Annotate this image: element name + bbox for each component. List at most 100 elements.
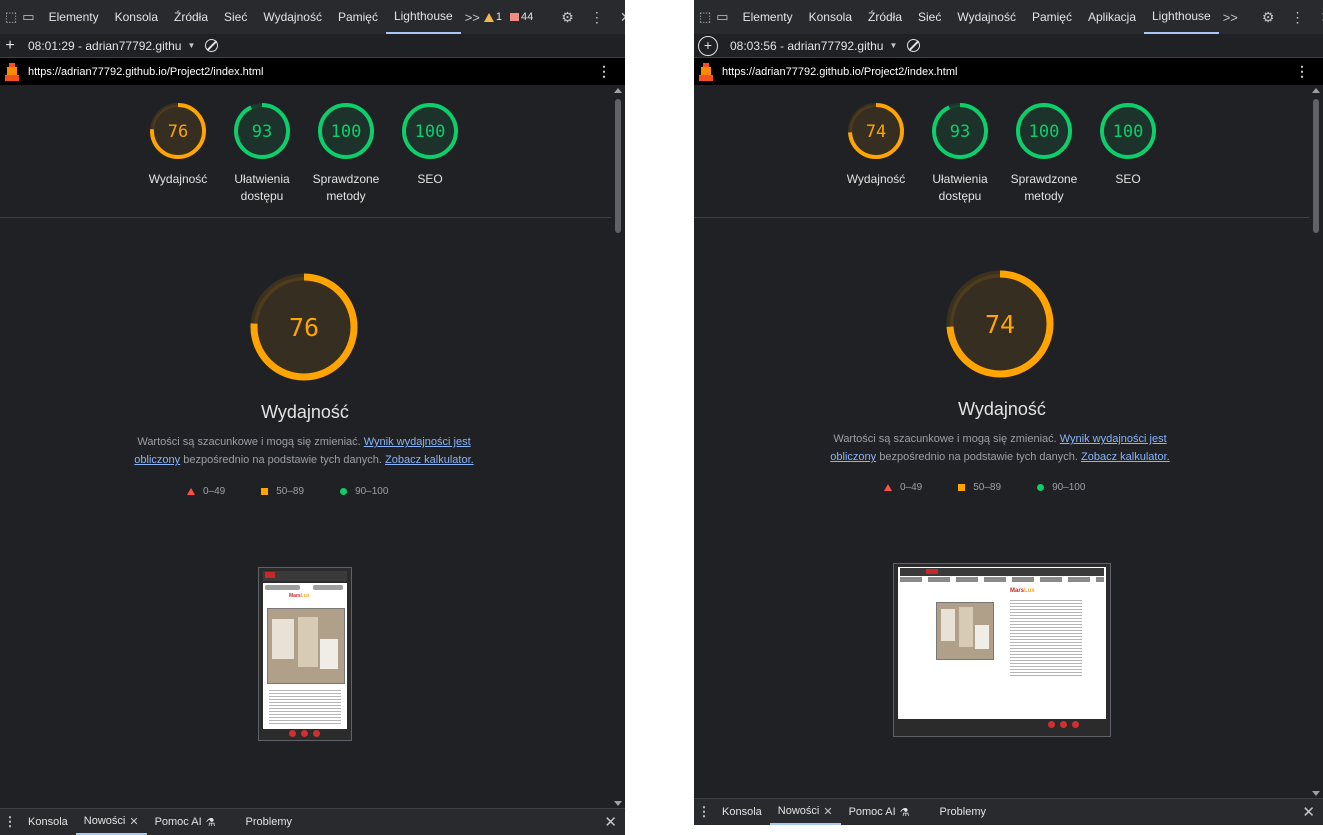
- devtools-panel-left: ⬚ ▭ Elementy Konsola Źródła Sieć Wydajno…: [0, 0, 625, 835]
- clear-icon[interactable]: [907, 39, 921, 52]
- tab-performance[interactable]: Wydajność: [255, 0, 330, 34]
- gauge-score: 74: [866, 122, 886, 142]
- kebab-menu-icon[interactable]: ⋮: [1282, 9, 1312, 26]
- chevron-down-icon[interactable]: ▼: [187, 41, 195, 50]
- plus-icon[interactable]: +: [698, 35, 718, 56]
- report-selector[interactable]: 08:01:29 - adrian77792.githu: [28, 39, 181, 53]
- drawer-menu-icon[interactable]: ⋮: [0, 814, 20, 830]
- inspect-element-icon[interactable]: ⬚: [5, 9, 17, 25]
- page-screenshot-thumbnail[interactable]: MarsLux: [258, 567, 352, 741]
- vertical-scrollbar[interactable]: [611, 85, 625, 809]
- gauge-best-practices[interactable]: 100 Sprawdzone metody: [304, 101, 388, 205]
- gear-icon[interactable]: ⚙: [1254, 9, 1283, 26]
- scroll-up-icon[interactable]: [1312, 88, 1320, 93]
- inspect-element-icon[interactable]: ⬚: [699, 9, 711, 25]
- tab-memory[interactable]: Pamięć: [330, 0, 386, 34]
- more-tabs-icon[interactable]: >>: [461, 10, 484, 25]
- drawer-tab-console[interactable]: Konsola: [20, 809, 76, 835]
- scroll-thumb[interactable]: [1313, 99, 1319, 233]
- tab-memory[interactable]: Pamięć: [1024, 0, 1080, 34]
- drawer-tab-issues[interactable]: Problemy: [238, 809, 300, 835]
- clear-icon[interactable]: [205, 39, 219, 52]
- performance-big-gauge: 76: [250, 273, 358, 381]
- devtools-tab-bar: ⬚ ▭ Elementy Konsola Źródła Sieć Wydajno…: [694, 0, 1323, 35]
- scroll-down-icon[interactable]: [614, 801, 622, 806]
- square-icon: [261, 488, 269, 495]
- big-score: 76: [289, 313, 319, 342]
- gauge-performance[interactable]: 76 Wydajność: [136, 101, 220, 205]
- tab-console[interactable]: Konsola: [107, 0, 166, 34]
- score-description: Wartości są szacunkowe i mogą się zmieni…: [134, 436, 474, 466]
- gauge-seo[interactable]: 100 SEO: [388, 101, 472, 205]
- tab-lighthouse[interactable]: Lighthouse: [1144, 0, 1219, 34]
- gauge-best-practices[interactable]: 100 Sprawdzone metody: [1002, 101, 1086, 205]
- chevron-down-icon[interactable]: ▼: [889, 41, 897, 50]
- tab-network[interactable]: Sieć: [910, 0, 949, 34]
- errors-badge[interactable]: 44: [510, 11, 533, 23]
- drawer-tab-whats-new[interactable]: Nowości ✕: [75, 809, 147, 835]
- legend-pass: 90–100: [340, 486, 388, 497]
- lighthouse-report-bar: + 08:01:29 - adrian77792.githu ▼: [0, 34, 625, 58]
- triangle-icon: [187, 488, 195, 495]
- drawer-tab-issues[interactable]: Problemy: [932, 799, 994, 825]
- close-drawer-icon[interactable]: ✕: [1302, 803, 1315, 821]
- gauge-seo[interactable]: 100 SEO: [1086, 101, 1170, 205]
- gear-icon[interactable]: ⚙: [553, 9, 582, 26]
- vertical-scrollbar[interactable]: [1309, 85, 1323, 799]
- plus-icon[interactable]: +: [0, 37, 20, 55]
- close-tab-icon[interactable]: ✕: [823, 805, 832, 818]
- calculator-link[interactable]: Zobacz kalkulator.: [385, 454, 474, 466]
- drawer-menu-icon[interactable]: ⋮: [694, 804, 714, 820]
- kebab-menu-icon[interactable]: ⋮: [582, 9, 612, 26]
- more-tabs-icon[interactable]: >>: [1219, 10, 1242, 25]
- gauge-score: 93: [950, 122, 970, 142]
- lighthouse-logo-icon: [5, 62, 19, 81]
- error-icon: [510, 13, 519, 21]
- gauge-accessibility[interactable]: 93 Ułatwienia dostępu: [918, 101, 1002, 205]
- report-url[interactable]: https://adrian77792.github.io/Project2/i…: [28, 66, 263, 78]
- kebab-menu-icon[interactable]: ⋮: [1295, 63, 1309, 80]
- gauge-label: Sprawdzone metody: [1010, 172, 1078, 203]
- tab-elements[interactable]: Elementy: [735, 0, 801, 34]
- tab-sources[interactable]: Źródła: [166, 0, 216, 34]
- drawer-tab-console[interactable]: Konsola: [714, 799, 770, 825]
- scroll-down-icon[interactable]: [1312, 791, 1320, 796]
- close-icon[interactable]: ✕: [1312, 9, 1323, 26]
- kebab-menu-icon[interactable]: ⋮: [597, 63, 611, 80]
- close-icon[interactable]: ✕: [612, 9, 625, 26]
- triangle-icon: [884, 484, 892, 491]
- scroll-up-icon[interactable]: [614, 88, 622, 93]
- tab-lighthouse[interactable]: Lighthouse: [385, 0, 461, 34]
- page-screenshot-thumbnail[interactable]: MarsLux: [893, 563, 1111, 737]
- drawer-tab-ai-help[interactable]: Pomoc AI ⚗: [147, 809, 224, 835]
- tab-network[interactable]: Sieć: [216, 0, 255, 34]
- tab-console[interactable]: Konsola: [801, 0, 860, 34]
- close-tab-icon[interactable]: ✕: [129, 815, 138, 828]
- drawer-tab-whats-new[interactable]: Nowości ✕: [769, 799, 841, 825]
- gauge-ring: 74: [848, 103, 904, 159]
- gauge-accessibility[interactable]: 93 Ułatwienia dostępu: [220, 101, 304, 205]
- tab-application[interactable]: Aplikacja: [1080, 0, 1144, 34]
- category-title: Wydajność: [261, 402, 349, 422]
- device-toolbar-icon[interactable]: ▭: [22, 9, 34, 25]
- report-url[interactable]: https://adrian77792.github.io/Project2/i…: [722, 66, 957, 78]
- divider: [694, 217, 1309, 218]
- close-drawer-icon[interactable]: ✕: [604, 813, 617, 831]
- gauge-performance[interactable]: 74 Wydajność: [834, 101, 918, 205]
- circle-icon: [1037, 484, 1045, 491]
- report-selector[interactable]: 08:03:56 - adrian77792.githu: [730, 39, 883, 53]
- gauge-label: Wydajność: [148, 172, 208, 186]
- gauge-label: Ułatwienia dostępu: [932, 172, 988, 203]
- square-icon: [958, 484, 966, 491]
- scroll-thumb[interactable]: [615, 99, 621, 233]
- tab-elements[interactable]: Elementy: [41, 0, 107, 34]
- device-toolbar-icon[interactable]: ▭: [716, 9, 728, 25]
- site-logo-icon: [926, 569, 938, 574]
- tab-sources[interactable]: Źródła: [860, 0, 910, 34]
- tab-performance[interactable]: Wydajność: [949, 0, 1024, 34]
- drawer-tab-ai-help[interactable]: Pomoc AI ⚗: [841, 799, 918, 825]
- lighthouse-logo-icon: [699, 62, 713, 81]
- legend-average: 50–89: [261, 486, 304, 497]
- calculator-link[interactable]: Zobacz kalkulator.: [1081, 451, 1170, 463]
- warnings-badge[interactable]: 1: [483, 11, 502, 23]
